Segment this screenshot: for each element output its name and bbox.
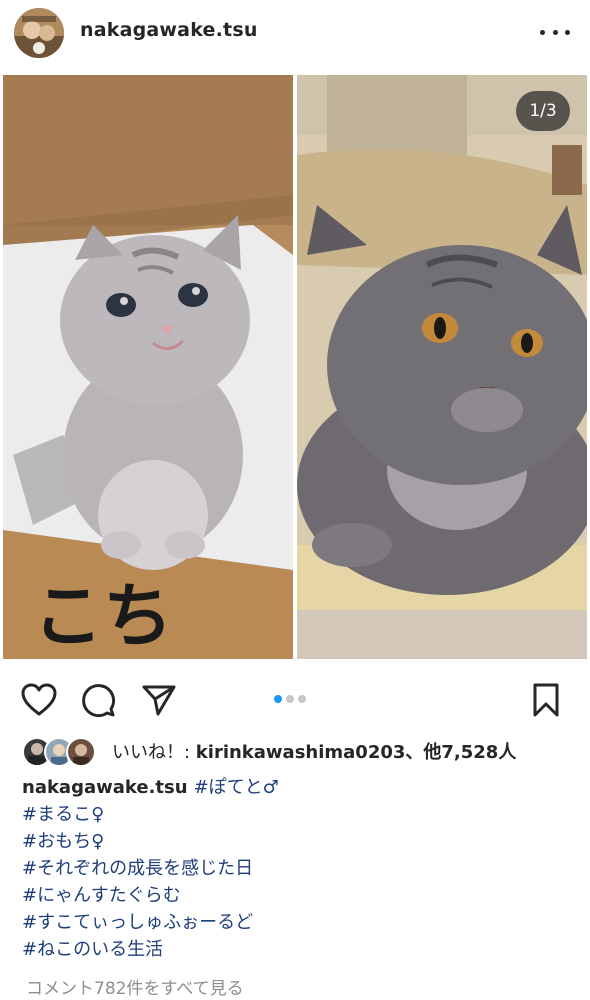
hashtag[interactable]: #ぽてと♂ — [194, 777, 279, 798]
paper-plane-icon — [142, 685, 176, 716]
liker-avatars — [22, 737, 96, 767]
hashtag[interactable]: #おもち♀ — [22, 831, 104, 852]
liker-avatar — [66, 737, 96, 767]
hashtag[interactable]: #すこてぃっしゅふぉーるど — [22, 912, 253, 933]
more-options-icon — [540, 29, 545, 35]
profile-avatar[interactable] — [14, 8, 64, 58]
page-counter: 1/3 — [516, 91, 570, 131]
hashtag[interactable]: #まるこ♀ — [22, 804, 104, 825]
comment-bubble-icon — [82, 684, 116, 718]
post-caption: nakagawake.tsu #ぽてと♂ #まるこ♀ #おもち♀ #それぞれの成長… — [22, 774, 572, 963]
likes-prefix: いいね！: — [112, 742, 196, 763]
likes-count[interactable]: 、他7,528人 — [405, 742, 516, 763]
like-button[interactable] — [19, 680, 59, 720]
caption-line: #すこてぃっしゅふぉーるど — [22, 909, 572, 936]
caption-line: #にゃんすたぐらむ — [22, 882, 572, 909]
caption-line: #ねこのいる生活 — [22, 936, 572, 963]
caption-line: #それぞれの成長を感じた日 — [22, 855, 572, 882]
likes-row[interactable]: いいね！: kirinkawashima0203、他7,528人 — [22, 736, 516, 767]
bookmark-icon — [533, 683, 559, 717]
post-header: nakagawake.tsu — [0, 0, 590, 68]
caption-line: #おもち♀ — [22, 828, 572, 855]
view-all-comments-link[interactable]: コメント782件をすべて見る — [26, 974, 244, 999]
post-action-bar — [0, 672, 590, 728]
kitten-photo-right — [297, 75, 587, 659]
caption-first-line: nakagawake.tsu #ぽてと♂ — [22, 774, 572, 801]
share-button[interactable] — [139, 680, 179, 720]
carousel-indicator — [274, 695, 318, 705]
carousel-dot-3 — [298, 695, 306, 703]
hashtag[interactable]: #ねこのいる生活 — [22, 939, 163, 960]
hashtag[interactable]: #それぞれの成長を感じた日 — [22, 858, 253, 879]
carousel-dot-1 — [274, 695, 282, 703]
likes-summary: いいね！: kirinkawashima0203、他7,528人 — [112, 738, 516, 764]
caption-username[interactable]: nakagawake.tsu — [22, 777, 188, 798]
more-options-button[interactable] — [540, 20, 570, 44]
liker-username[interactable]: kirinkawashima0203 — [196, 742, 406, 763]
avatar-image — [14, 8, 64, 58]
post-media-carousel[interactable]: こち 1/3 — [0, 75, 590, 659]
kitten-photo-left: こち — [3, 75, 293, 659]
caption-line: #まるこ♀ — [22, 801, 572, 828]
heart-icon — [21, 683, 57, 716]
comment-button[interactable] — [78, 680, 118, 720]
hashtag[interactable]: #にゃんすたぐらむ — [22, 885, 181, 906]
carousel-dot-2 — [286, 695, 294, 703]
box-lettering: こち — [33, 575, 173, 657]
save-button[interactable] — [526, 680, 566, 720]
post-username[interactable]: nakagawake.tsu — [80, 19, 258, 41]
